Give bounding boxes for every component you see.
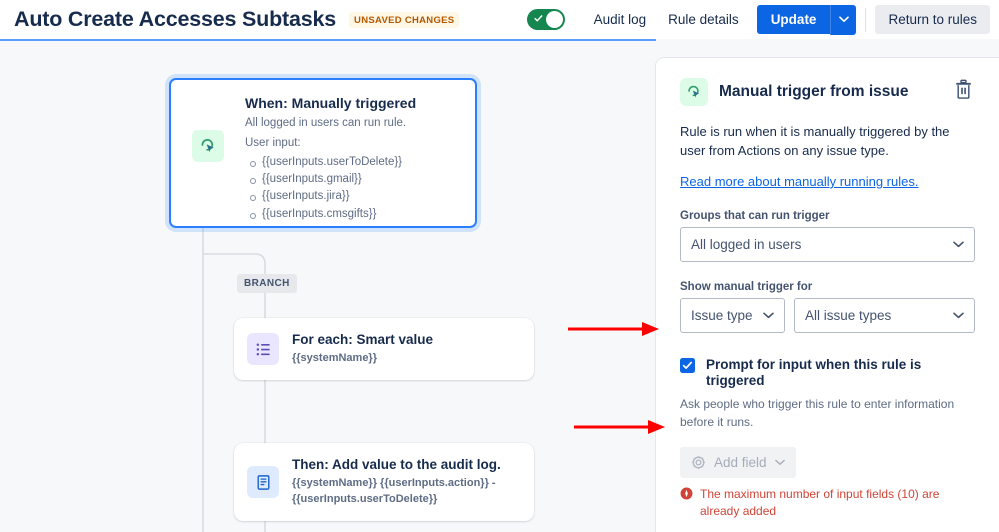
header-actions: Audit log Rule details Update Return to … <box>526 4 999 35</box>
audit-log-button[interactable]: Audit log <box>583 6 658 33</box>
prompt-for-input-row: Prompt for input when this rule is trigg… <box>680 357 975 389</box>
trigger-node-input-label: User input: <box>245 136 301 149</box>
groups-select[interactable]: All logged in users <box>680 226 975 262</box>
issue-type-select-value: Issue type <box>691 307 753 323</box>
list-item: {{userInputs.jira}} <box>245 188 463 205</box>
header-divider <box>865 7 867 32</box>
automation-rule-builder: Auto Create Accesses Subtasks UNSAVED CH… <box>0 0 999 532</box>
error-icon <box>680 487 693 500</box>
groups-field-label: Groups that can run trigger <box>680 209 830 222</box>
audit-node-subtitle: {{systemName}} {{userInputs.action}} - {… <box>292 476 496 505</box>
foreach-node-card[interactable]: For each: Smart value {{systemName}} <box>234 318 534 380</box>
app-header: Auto Create Accesses Subtasks UNSAVED CH… <box>0 0 999 39</box>
document-icon <box>247 466 279 498</box>
trigger-icon-wrap <box>171 80 245 162</box>
manual-trigger-cursor-icon <box>680 78 708 106</box>
trash-icon <box>956 79 971 99</box>
audit-icon-wrap <box>234 466 292 498</box>
add-field-button[interactable]: Add field <box>680 447 796 479</box>
manual-trigger-cursor-icon <box>192 130 224 162</box>
list-icon <box>247 333 279 365</box>
chevron-down-icon <box>839 16 849 23</box>
read-more-link[interactable]: Read more about manually running rules. <box>680 174 918 189</box>
list-item: {{userInputs.cmsgifts}} <box>245 206 463 223</box>
trigger-config-panel: Manual trigger from issue Rule is run wh… <box>656 58 999 532</box>
show-trigger-field-label: Show manual trigger for <box>680 280 813 293</box>
foreach-node-title: For each: Smart value <box>292 332 434 348</box>
chevron-down-icon <box>774 459 785 466</box>
chevron-down-icon <box>953 241 964 248</box>
max-fields-error: The maximum number of input fields (10) … <box>680 486 975 520</box>
trigger-node-body: When: Manually triggered All logged in u… <box>245 80 475 233</box>
trigger-node-title: When: Manually triggered <box>245 95 417 111</box>
prompt-for-input-checkbox[interactable] <box>680 357 695 373</box>
trigger-node-card[interactable]: When: Manually triggered All logged in u… <box>169 78 477 228</box>
gear-icon <box>691 455 706 470</box>
delete-trigger-button[interactable] <box>952 77 975 107</box>
all-issue-types-select-value: All issue types <box>805 307 892 323</box>
chevron-down-icon <box>953 312 964 319</box>
return-to-rules-button[interactable]: Return to rules <box>875 5 990 34</box>
foreach-node-body: For each: Smart value {{systemName}} <box>292 331 534 366</box>
trigger-input-list: {{userInputs.userToDelete}} {{userInputs… <box>245 154 463 224</box>
all-issue-types-select[interactable]: All issue types <box>794 297 975 333</box>
branch-pill: BRANCH <box>237 274 297 293</box>
list-item: {{userInputs.gmail}} <box>245 171 463 188</box>
audit-log-node-card[interactable]: Then: Add value to the audit log. {{syst… <box>234 443 534 521</box>
update-button[interactable]: Update <box>756 5 831 34</box>
rule-enabled-toggle[interactable] <box>526 9 565 30</box>
check-icon <box>533 15 542 22</box>
prompt-for-input-label: Prompt for input when this rule is trigg… <box>706 356 922 389</box>
page-title: Auto Create Accesses Subtasks <box>14 7 337 31</box>
audit-node-title: Then: Add value to the audit log. <box>292 457 501 473</box>
trigger-node-subtitle: All logged in users can run rule. <box>245 117 407 130</box>
max-fields-error-text: The maximum number of input fields (10) … <box>700 487 940 518</box>
issue-type-select[interactable]: Issue type <box>680 297 785 333</box>
update-dropdown-button[interactable] <box>830 4 857 35</box>
panel-title: Manual trigger from issue <box>719 83 909 100</box>
panel-header: Manual trigger from issue <box>680 58 975 107</box>
foreach-node-subtitle: {{systemName}} <box>292 351 377 364</box>
show-trigger-selects: Issue type All issue types <box>680 297 975 333</box>
status-badge: UNSAVED CHANGES <box>349 11 460 28</box>
groups-select-value: All logged in users <box>691 236 802 252</box>
foreach-icon-wrap <box>234 333 292 365</box>
toggle-knob <box>545 11 563 28</box>
prompt-for-input-helper: Ask people who trigger this rule to ente… <box>680 397 955 429</box>
check-icon <box>682 361 693 369</box>
list-item: {{userInputs.userToDelete}} <box>245 154 463 171</box>
add-field-label: Add field <box>714 455 767 471</box>
chevron-down-icon <box>763 312 774 319</box>
audit-node-body: Then: Add value to the audit log. {{syst… <box>292 456 534 507</box>
rule-details-button[interactable]: Rule details <box>657 6 750 33</box>
panel-description: Rule is run when it is manually triggere… <box>680 124 950 158</box>
